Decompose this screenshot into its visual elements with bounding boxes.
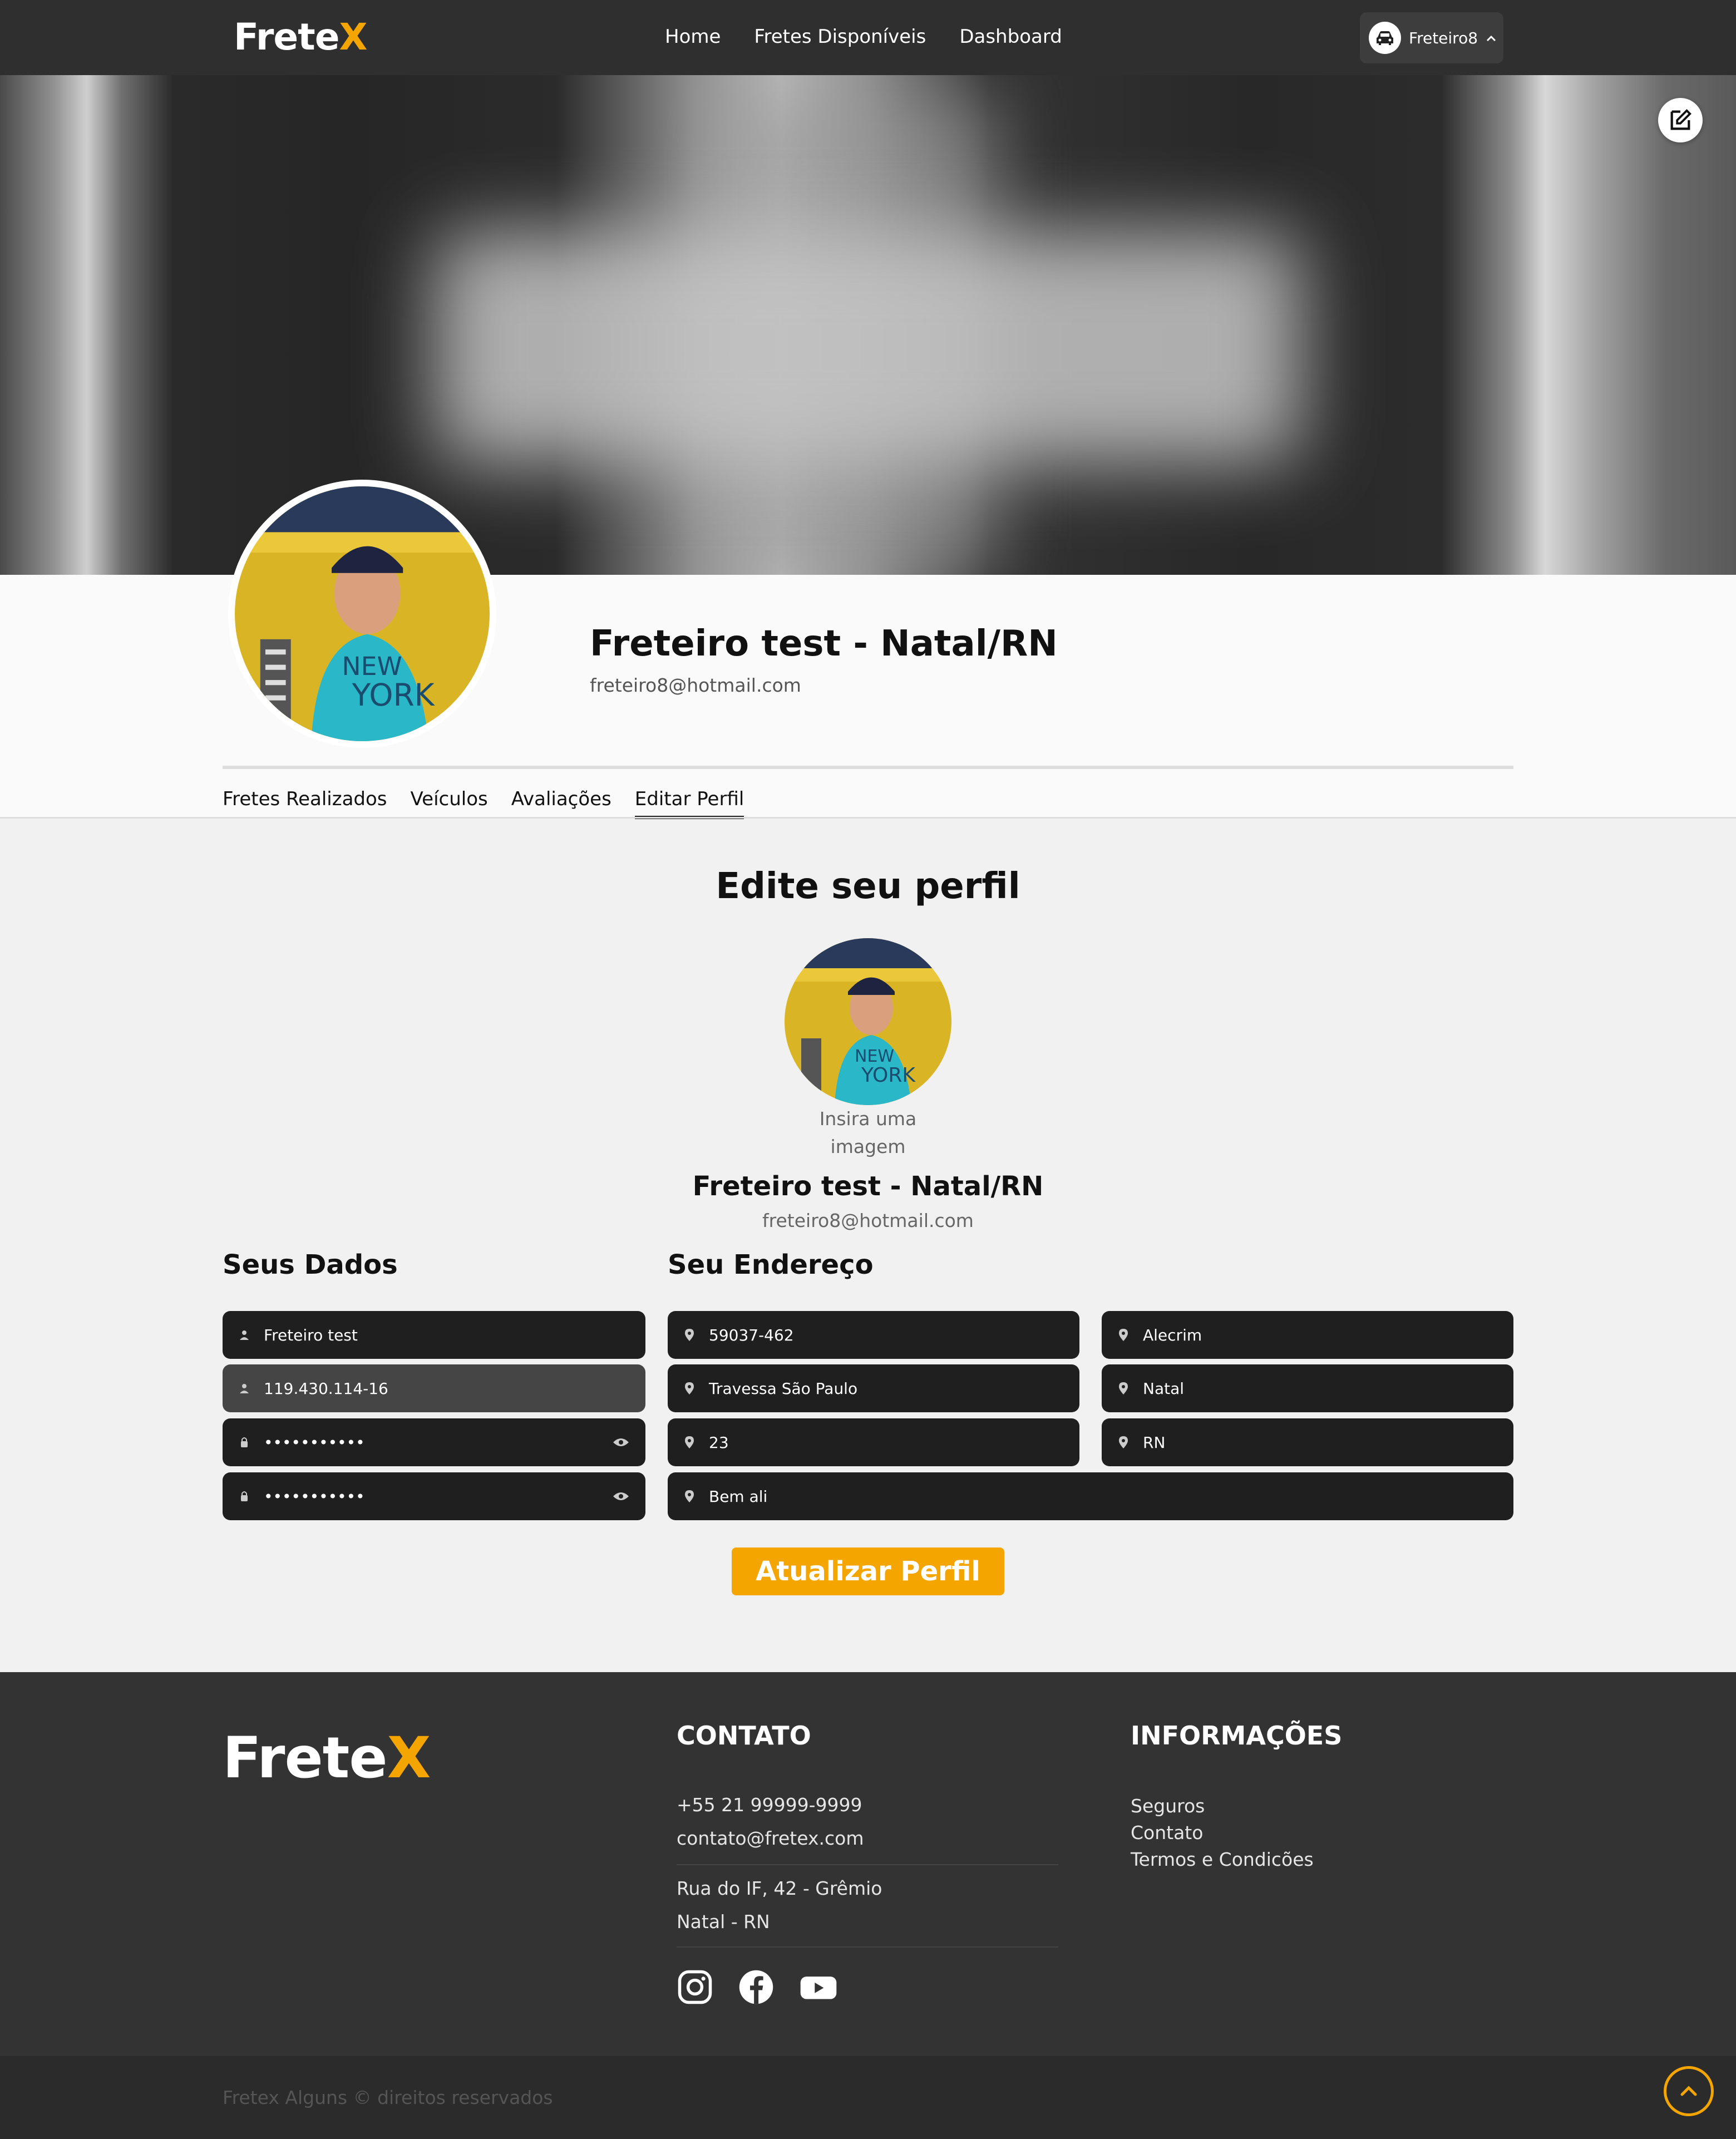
edit-cover-button[interactable]: [1658, 98, 1703, 142]
user-menu-button[interactable]: Freteiro8: [1360, 12, 1503, 63]
city-value: Natal: [1143, 1379, 1185, 1398]
info-link-seguros[interactable]: Seguros: [1131, 1795, 1205, 1817]
number-value: 23: [709, 1433, 729, 1452]
svg-text:YORK: YORK: [352, 677, 436, 713]
facebook-icon[interactable]: [738, 1969, 775, 2008]
brand-logo[interactable]: FreteX: [234, 16, 367, 58]
location-pin-icon: [683, 1382, 696, 1395]
nav-link-home[interactable]: Home: [665, 26, 721, 48]
password-value: •••••••••••: [264, 1433, 365, 1452]
tabs-divider: [0, 817, 1736, 819]
edit-profile-email: freteiro8@hotmail.com: [762, 1210, 974, 1231]
tab-editar-perfil[interactable]: Editar Perfil: [634, 788, 744, 819]
password-field[interactable]: •••••••••••: [223, 1418, 645, 1466]
footer-divider: [677, 1946, 1058, 1948]
location-pin-icon: [1117, 1382, 1130, 1395]
name-field[interactable]: Freteiro test: [223, 1311, 645, 1359]
footer-divider: [677, 1864, 1058, 1865]
nav-link-fretes-disponiveis[interactable]: Fretes Disponíveis: [754, 26, 926, 48]
back-to-top-button[interactable]: [1664, 2066, 1714, 2116]
contact-heading: CONTATO: [677, 1721, 811, 1751]
contact-phone[interactable]: +55 21 99999-9999: [677, 1794, 862, 1816]
tab-fretes-realizados[interactable]: Fretes Realizados: [223, 788, 387, 819]
password-confirm-value: •••••••••••: [264, 1487, 365, 1506]
cover-image: [0, 75, 1736, 575]
image-hint-line2: imagem: [830, 1136, 906, 1157]
complement-value: Bem ali: [709, 1487, 768, 1506]
password-confirm-field[interactable]: •••••••••••: [223, 1472, 645, 1520]
street-value: Travessa São Paulo: [709, 1379, 858, 1398]
edit-icon: [1670, 109, 1691, 130]
location-pin-icon: [683, 1328, 696, 1342]
eye-icon[interactable]: [612, 1433, 630, 1452]
profile-avatar: NEW YORK: [228, 480, 496, 748]
complement-field[interactable]: Bem ali: [668, 1472, 1513, 1520]
lock-icon: [238, 1436, 250, 1448]
youtube-icon[interactable]: [799, 1969, 838, 2008]
footer-brand-logo: FreteX: [223, 1725, 431, 1791]
cep-field[interactable]: 59037-462: [668, 1311, 1079, 1359]
car-icon: [1369, 22, 1401, 54]
street-field[interactable]: Travessa São Paulo: [668, 1364, 1079, 1412]
user-icon: [238, 1329, 250, 1340]
instagram-icon[interactable]: [677, 1969, 713, 2008]
footer-address-line1: Rua do IF, 42 - Grêmio: [677, 1877, 882, 1899]
copyright: Fretex Alguns © direitos reservados: [223, 2087, 553, 2108]
neighborhood-value: Alecrim: [1143, 1325, 1202, 1344]
update-profile-button[interactable]: Atualizar Perfil: [732, 1547, 1004, 1595]
svg-text:YORK: YORK: [861, 1064, 916, 1087]
svg-text:NEW: NEW: [342, 651, 402, 681]
divider: [223, 766, 1513, 769]
cpf-field[interactable]: 119.430.114-16: [223, 1364, 645, 1412]
lock-icon: [238, 1490, 250, 1502]
location-pin-icon: [683, 1436, 696, 1449]
state-field[interactable]: RN: [1102, 1418, 1513, 1466]
city-field[interactable]: Natal: [1102, 1364, 1513, 1412]
neighborhood-field[interactable]: Alecrim: [1102, 1311, 1513, 1359]
info-heading: INFORMAÇÕES: [1131, 1721, 1343, 1751]
upload-avatar[interactable]: NEW YORK: [785, 938, 951, 1105]
arrow-up-icon: [1680, 2086, 1697, 2096]
tab-avaliacoes[interactable]: Avaliações: [511, 788, 611, 819]
address-heading: Seu Endereço: [668, 1249, 874, 1280]
profile-email: freteiro8@hotmail.com: [590, 674, 801, 696]
cep-value: 59037-462: [709, 1325, 794, 1344]
user-icon: [238, 1383, 250, 1394]
profile-name: Freteiro test - Natal/RN: [590, 623, 1058, 664]
image-hint: Insira uma imagem: [785, 1105, 951, 1161]
edit-title: Edite seu perfil: [716, 866, 1020, 907]
location-pin-icon: [683, 1490, 696, 1503]
info-link-contato[interactable]: Contato: [1131, 1822, 1203, 1844]
location-pin-icon: [1117, 1436, 1130, 1449]
contact-email[interactable]: contato@fretex.com: [677, 1827, 864, 1849]
location-pin-icon: [1117, 1328, 1130, 1342]
cpf-value: 119.430.114-16: [264, 1379, 388, 1398]
name-value: Freteiro test: [264, 1325, 358, 1344]
number-field[interactable]: 23: [668, 1418, 1079, 1466]
info-link-termos[interactable]: Termos e Condicões: [1131, 1849, 1314, 1870]
nav-links: Home Fretes Disponíveis Dashboard: [665, 26, 1062, 48]
data-heading: Seus Dados: [223, 1249, 398, 1280]
state-value: RN: [1143, 1433, 1166, 1452]
chevron-up-icon: [1486, 29, 1497, 46]
svg-text:NEW: NEW: [855, 1047, 894, 1066]
profile-tabs: Fretes Realizados Veículos Avaliações Ed…: [223, 788, 744, 819]
user-name: Freteiro8: [1409, 28, 1478, 47]
tab-veiculos[interactable]: Veículos: [411, 788, 488, 819]
image-hint-line1: Insira uma: [819, 1108, 917, 1130]
footer-address-line2: Natal - RN: [677, 1911, 770, 1933]
eye-icon[interactable]: [612, 1487, 630, 1506]
nav-link-dashboard[interactable]: Dashboard: [959, 26, 1062, 48]
edit-profile-name: Freteiro test - Natal/RN: [692, 1171, 1044, 1202]
